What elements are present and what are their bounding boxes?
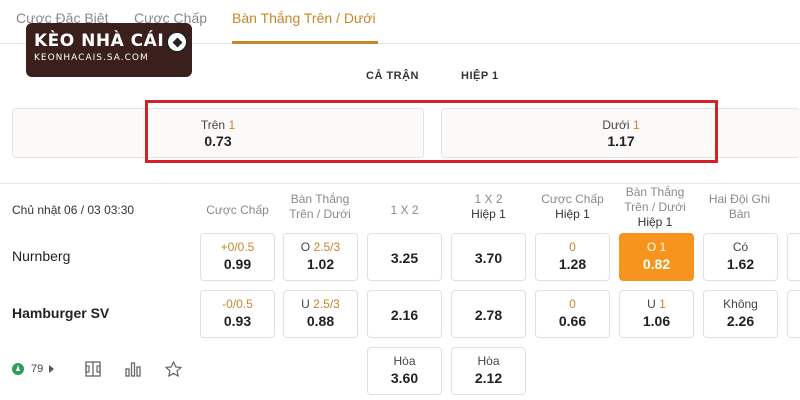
col-1x2: 1 X 2 — [367, 203, 442, 218]
away-handicap-h1-cell[interactable]: 0 0.66 — [535, 290, 610, 338]
home-ou-h1-side: O — [646, 240, 657, 254]
home-1x2-cell[interactable]: 3.25 — [367, 233, 442, 281]
home-ou-h1-cell[interactable]: O 1 0.82 — [619, 233, 694, 281]
markets-count[interactable]: 79 — [31, 363, 43, 375]
away-handicap-odds: 0.93 — [223, 313, 252, 329]
away-1x2-cell[interactable]: 2.16 — [367, 290, 442, 338]
col-over-under: Bàn Thắng Trên / Dưới — [280, 192, 360, 222]
home-ou-h1-line: O 1 — [620, 240, 693, 254]
home-1x2-h1-cell[interactable]: 3.70 — [451, 233, 526, 281]
col-handicap-label: Cược Chấp — [206, 203, 269, 217]
expand-arrow-icon[interactable] — [49, 365, 54, 373]
away-btts-odds: 2.26 — [726, 313, 755, 329]
logo-title: KÈO NHÀ CÁI — [34, 31, 165, 51]
match-datetime: Chủ nhật 06 / 03 03:30 — [12, 203, 135, 217]
away-handicap-cell[interactable]: -0/0.5 0.93 — [200, 290, 275, 338]
away-1x2-h1-odds: 2.78 — [474, 307, 503, 323]
away-ou-line-text: 2.5/3 — [313, 297, 340, 311]
away-handicap-line: -0/0.5 — [201, 297, 274, 311]
home-handicap-h1-line: 0 — [536, 240, 609, 254]
site-logo: KÈO NHÀ CÁI KEONHACAIS.SA.COM — [26, 23, 192, 77]
away-ou-cell[interactable]: U 2.5/3 0.88 — [283, 290, 358, 338]
col-1x2-h1-label-2: Hiệp 1 — [471, 207, 506, 221]
home-handicap-h1-odds: 1.28 — [558, 256, 587, 272]
home-handicap-h1-line-text: 0 — [569, 240, 576, 254]
home-team-name: Nurnberg — [12, 248, 71, 264]
col-handicap-h1-label-2: Hiệp 1 — [555, 207, 590, 221]
away-ou-odds: 0.88 — [306, 313, 335, 329]
live-icon — [12, 363, 24, 375]
col-both-score-label-1: Hai Đội Ghi — [708, 192, 771, 206]
away-ou-h1-side: U — [647, 297, 656, 311]
favorite-star-icon[interactable] — [164, 360, 183, 379]
col-over-under-label-2: Trên / Dưới — [289, 207, 351, 221]
away-team-name: Hamburger SV — [12, 305, 110, 321]
home-ou-h1-odds: 0.82 — [642, 256, 671, 272]
away-handicap-line-text: -0/0.5 — [222, 297, 253, 311]
home-btts-cell[interactable]: Có 1.62 — [703, 233, 778, 281]
draw-1x2-h1-odds: 2.12 — [474, 370, 503, 386]
home-btts-odds: 1.62 — [726, 256, 755, 272]
col-both-score-label-2: Bàn — [728, 207, 751, 221]
away-handicap-h1-line: 0 — [536, 297, 609, 311]
col-both-score: Hai Đội Ghi Bàn — [702, 192, 777, 222]
home-ou-line-text: 2.5/3 — [313, 240, 341, 254]
home-btts-label: Có — [732, 240, 749, 254]
col-over-under-h1-label-1: Bàn Thắng — [625, 185, 685, 199]
draw-1x2-label: Hòa — [393, 354, 416, 368]
col-1x2-h1: 1 X 2 Hiệp 1 — [451, 192, 526, 222]
period-full-match[interactable]: CẢ TRẬN — [366, 70, 419, 82]
away-extra-cell[interactable] — [787, 290, 800, 338]
away-ou-side: U — [301, 297, 310, 311]
col-1x2-h1-label-1: 1 X 2 — [474, 192, 503, 206]
active-tab-indicator — [232, 41, 378, 44]
away-handicap-h1-line-text: 0 — [569, 297, 576, 311]
away-btts-label: Không — [723, 297, 758, 311]
home-handicap-line-text: +0/0.5 — [220, 240, 255, 254]
home-ou-side: O — [300, 240, 311, 254]
home-1x2-h1-odds: 3.70 — [474, 250, 503, 266]
soccer-ball-icon — [166, 31, 188, 53]
col-over-under-h1-label-2: Trên / Dưới — [624, 200, 686, 214]
away-btts-cell[interactable]: Không 2.26 — [703, 290, 778, 338]
away-ou-h1-odds: 1.06 — [642, 313, 671, 329]
draw-1x2-h1-cell[interactable]: Hòa 2.12 — [451, 347, 526, 395]
home-ou-cell[interactable]: O 2.5/3 1.02 — [283, 233, 358, 281]
away-ou-h1-cell[interactable]: U 1 1.06 — [619, 290, 694, 338]
away-ou-line: U 2.5/3 — [284, 297, 357, 311]
home-ou-odds: 1.02 — [306, 256, 335, 272]
home-ou-h1-line-text: 1 — [659, 240, 667, 254]
bar-chart-icon[interactable] — [124, 360, 142, 378]
field-stats-icon[interactable] — [84, 360, 102, 378]
draw-1x2-cell[interactable]: Hòa 3.60 — [367, 347, 442, 395]
section-divider — [0, 183, 800, 184]
away-handicap-h1-odds: 0.66 — [558, 313, 587, 329]
home-handicap-odds: 0.99 — [223, 256, 252, 272]
home-handicap-line: +0/0.5 — [201, 240, 274, 254]
home-extra-cell[interactable] — [787, 233, 800, 281]
tab-over-under[interactable]: Bàn Thắng Trên / Dưới — [232, 10, 376, 26]
home-handicap-h1-cell[interactable]: 0 1.28 — [535, 233, 610, 281]
home-ou-line: O 2.5/3 — [284, 240, 357, 254]
home-1x2-odds: 3.25 — [390, 250, 419, 266]
col-handicap: Cược Chấp — [200, 203, 275, 218]
col-over-under-h1: Bàn Thắng Trên / Dưới Hiệp 1 — [615, 185, 695, 230]
period-first-half[interactable]: HIỆP 1 — [461, 70, 499, 82]
col-over-under-label-1: Bàn Thắng — [290, 192, 350, 206]
away-1x2-h1-cell[interactable]: 2.78 — [451, 290, 526, 338]
col-handicap-h1: Cược Chấp Hiệp 1 — [535, 192, 610, 222]
logo-subtitle: KEONHACAIS.SA.COM — [34, 53, 149, 63]
draw-1x2-h1-label: Hòa — [477, 354, 500, 368]
away-ou-h1-line-text: 1 — [659, 297, 666, 311]
away-1x2-odds: 2.16 — [390, 307, 419, 323]
col-1x2-label: 1 X 2 — [390, 203, 419, 217]
col-over-under-h1-label-3: Hiệp 1 — [637, 215, 673, 229]
col-handicap-h1-label-1: Cược Chấp — [541, 192, 604, 206]
away-ou-h1-line: U 1 — [620, 297, 693, 311]
highlight-frame — [145, 100, 718, 163]
home-handicap-cell[interactable]: +0/0.5 0.99 — [200, 233, 275, 281]
draw-1x2-odds: 3.60 — [390, 370, 419, 386]
